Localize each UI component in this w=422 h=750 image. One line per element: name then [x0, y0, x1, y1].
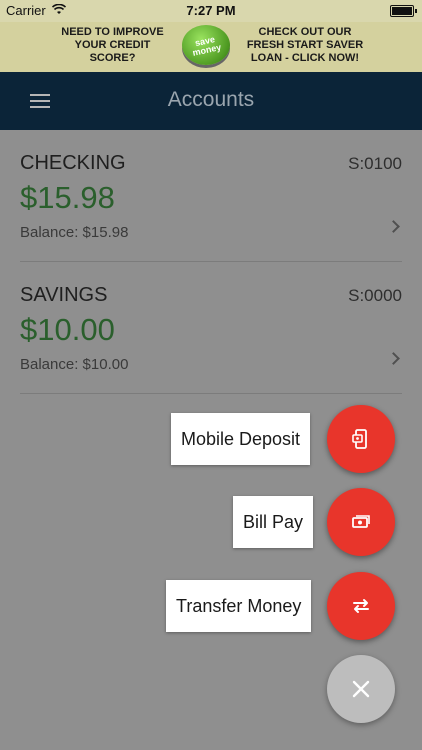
- clock: 7:27 PM: [186, 3, 236, 18]
- account-balance: Balance: $10.00: [20, 356, 129, 373]
- account-balance: Balance: $15.98: [20, 224, 129, 241]
- bill-pay-label[interactable]: Bill Pay: [233, 496, 314, 548]
- mobile-deposit-icon: [352, 429, 367, 449]
- account-amount: $10.00: [20, 312, 115, 347]
- account-row-checking[interactable]: CHECKING S:0100 $15.98 Balance: $15.98: [0, 130, 422, 262]
- promo-banner[interactable]: NEED TO IMPROVE YOUR CREDIT SCORE? save …: [0, 22, 422, 73]
- close-menu-button[interactable]: [327, 655, 395, 723]
- status-bar: Carrier 7:27 PM: [0, 0, 422, 22]
- mobile-deposit-label[interactable]: Mobile Deposit: [171, 413, 311, 465]
- account-code: S:0000: [348, 286, 402, 305]
- save-money-badge[interactable]: save money: [182, 25, 230, 65]
- chevron-right-icon: [387, 220, 400, 233]
- close-icon: [352, 680, 370, 698]
- banner-left-text: NEED TO IMPROVE YOUR CREDIT SCORE?: [61, 26, 164, 64]
- save-money-label: save money: [191, 34, 223, 58]
- divider: [20, 393, 402, 394]
- navbar: Accounts: [0, 72, 422, 130]
- transfer-money-button[interactable]: [327, 572, 395, 640]
- account-code: S:0100: [348, 154, 402, 173]
- screen: Carrier 7:27 PM NEED TO IMPROVE YOUR CRE…: [0, 0, 422, 750]
- account-name: SAVINGS: [20, 284, 108, 306]
- account-row-savings[interactable]: SAVINGS S:0000 $10.00 Balance: $10.00: [0, 262, 422, 394]
- bill-pay-icon: [352, 515, 370, 528]
- transfer-money-label[interactable]: Transfer Money: [166, 580, 312, 632]
- battery-icon: [390, 5, 417, 17]
- account-amount: $15.98: [20, 180, 115, 215]
- bill-pay-button[interactable]: [327, 488, 395, 556]
- chevron-right-icon: [387, 352, 400, 365]
- mobile-deposit-button[interactable]: [327, 405, 395, 473]
- transfer-icon: [353, 599, 369, 613]
- account-name: CHECKING: [20, 152, 126, 174]
- banner-right-text: CHECK OUT OUR FRESH START SAVER LOAN - C…: [246, 26, 364, 64]
- page-title: Accounts: [167, 88, 255, 111]
